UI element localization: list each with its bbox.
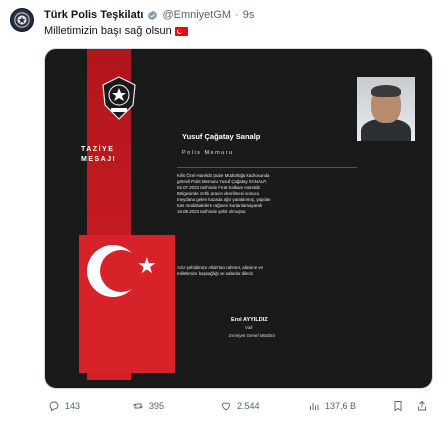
police-emblem-icon [102,76,136,120]
divider [177,167,357,168]
retweet-count: 395 [149,401,165,411]
tweet-time[interactable]: 9s [243,9,255,21]
crescent-cut [100,250,142,292]
like-count: 2.544 [237,401,260,411]
signatory-role: Vali [245,325,253,330]
tweet-text: Milletimizin başı sağ olsun [44,25,188,37]
tweet-actions: 143 395 2.544 137,6 B [44,400,433,416]
author-name[interactable]: Türk Polis Teşkilatı [44,9,143,21]
reply-count: 143 [65,401,81,411]
person-photo [357,77,415,141]
condolence-body: Kilis Özel Harekât Şube Müdürlüğü kadros… [177,173,271,214]
share-icon [418,400,426,411]
views-button[interactable]: 137,6 B [308,400,356,412]
like-button[interactable]: 2.544 [220,400,260,412]
bookmark-icon [394,401,402,412]
star-icon: ★ [137,253,157,278]
like-icon [222,402,230,411]
condolence-label: TAZİYE MESAJI [81,145,116,165]
views-icon [310,403,319,410]
reply-button[interactable]: 143 [48,400,80,412]
turkish-flag-icon [174,26,188,36]
tweet-media-image[interactable]: TAZİYE MESAJI ★ Yusuf Çağatay Sanalp Pol… [44,48,433,389]
condolence-prayer: Aziz şehidimize Allah'tan rahmet, ailesi… [177,265,264,276]
verified-badge-icon [148,10,158,20]
share-button[interactable] [416,400,428,412]
person-name: Yusuf Çağatay Sanalp [182,132,261,141]
author-handle[interactable]: @EmniyetGM [162,9,231,21]
signatory-title: Emniyet Genel Müdürü [229,333,276,338]
police-emblem-icon [14,12,30,28]
taziye-line1: TAZİYE [81,146,115,153]
retweet-icon [133,403,143,409]
retweet-button[interactable]: 395 [132,400,164,412]
bookmark-button[interactable] [392,400,404,412]
view-count: 137,6 B [325,401,357,411]
tweet-header: Türk Polis Teşkilatı @EmniyetGM · 9s [44,9,254,21]
signatory-name: Erol AYYILDIZ [231,317,268,323]
taziye-line2: MESAJI [81,156,117,163]
separator: · [235,9,239,21]
author-avatar[interactable] [10,8,34,32]
person-rank: Polis Memuru [182,150,234,156]
tweet-text-content: Milletimizin başı sağ olsun [44,25,172,37]
photo-hair [371,85,401,97]
reply-icon [49,401,59,412]
